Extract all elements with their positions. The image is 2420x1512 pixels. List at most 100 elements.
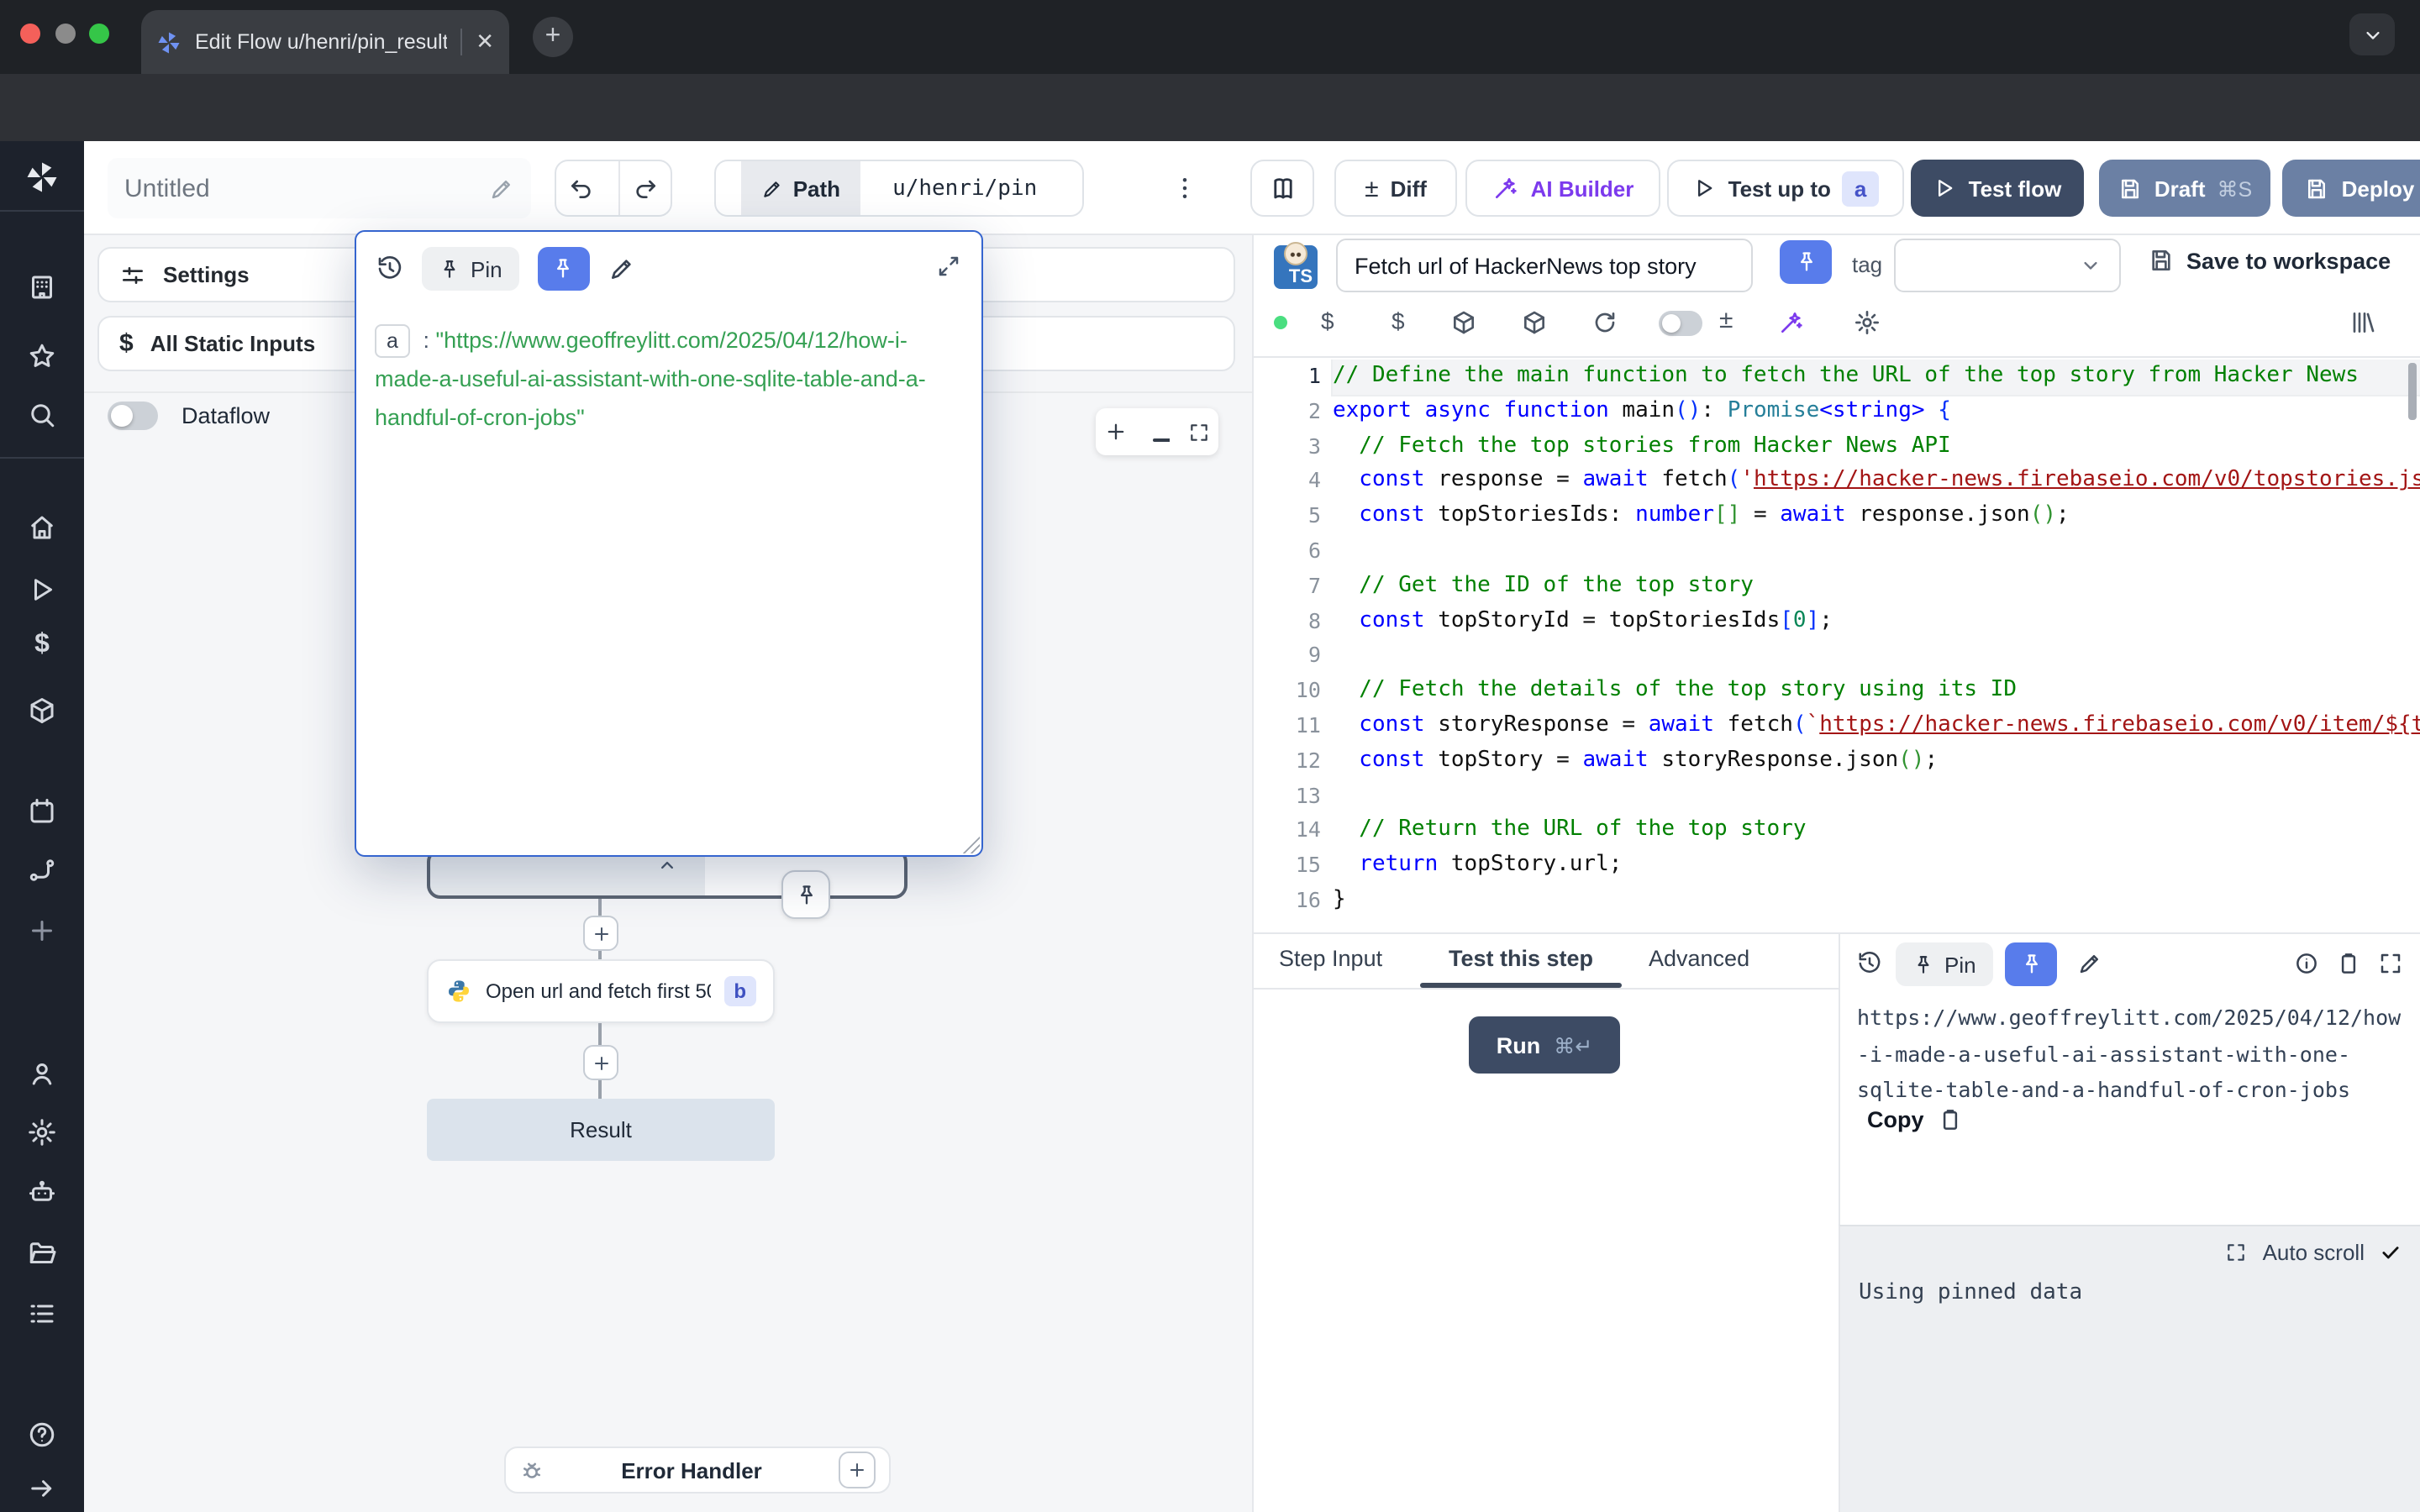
reset-icon[interactable] (1591, 309, 1618, 336)
info-icon[interactable] (2294, 951, 2319, 976)
resources-dollar-icon[interactable]: $ (1392, 307, 1405, 334)
flow-edge (598, 899, 602, 916)
flow-node-b[interactable]: Open url and fetch first 500 words of ..… (427, 959, 775, 1023)
add-error-handler-button[interactable] (839, 1452, 876, 1488)
sidebar-item-add[interactable] (27, 916, 57, 946)
tab-advanced[interactable]: Advanced (1649, 946, 1749, 971)
path-button[interactable]: Path u/henri/pin (714, 160, 1084, 217)
history-icon[interactable] (1857, 951, 1882, 976)
pin-icon (1794, 250, 1818, 274)
docs-button[interactable] (1250, 160, 1314, 217)
traffic-zoom-button[interactable] (89, 24, 109, 44)
autoscroll-row[interactable]: Auto scroll (2226, 1240, 2402, 1265)
edit-pencil-icon[interactable] (2077, 951, 2102, 976)
sidebar-item-search[interactable] (27, 400, 57, 430)
gear-icon[interactable] (1854, 309, 1881, 336)
diff-button[interactable]: ± Diff (1334, 160, 1457, 217)
dataflow-toggle[interactable] (108, 402, 158, 430)
step-editor-panel: TS Fetch url of HackerNews top story tag… (1252, 235, 2420, 1512)
redo-button[interactable] (618, 161, 671, 215)
node-b-label: Open url and fetch first 500 words of ..… (486, 979, 710, 1003)
variables-icon[interactable]: $ (1321, 307, 1334, 334)
sidebar-item-routes[interactable] (27, 855, 57, 885)
editor-scrollbar[interactable] (2408, 363, 2417, 420)
run-shortcut: ⌘↵ (1554, 1032, 1592, 1058)
screen: Edit Flow u/henri/pin_results ✕ + app.wi… (0, 0, 2420, 1512)
sidebar-item-favorites[interactable] (27, 341, 57, 371)
draft-button[interactable]: Draft ⌘S (2099, 160, 2270, 217)
more-options-icon[interactable] (1170, 170, 1200, 207)
sidebar-item-settings[interactable] (27, 1117, 57, 1147)
insert-step-button[interactable] (583, 1045, 618, 1080)
edit-pencil-icon[interactable] (608, 255, 635, 282)
history-icon[interactable] (376, 255, 403, 282)
tab-step-input[interactable]: Step Input (1279, 946, 1382, 971)
node-pin-badge[interactable] (781, 870, 830, 919)
chevron-up-icon[interactable] (655, 853, 679, 877)
tag-select[interactable] (1894, 239, 2121, 292)
expand-icon[interactable] (2378, 951, 2403, 976)
line-number: 13 (1254, 779, 1321, 814)
package-icon[interactable] (1450, 309, 1477, 336)
ai-builder-button[interactable]: AI Builder (1465, 160, 1660, 217)
flow-edge (598, 1080, 602, 1099)
save-to-workspace-button[interactable]: Save to workspace (2148, 247, 2391, 274)
copy-button[interactable]: Copy (1867, 1107, 1963, 1132)
tab-test-this-step[interactable]: Test this step (1449, 946, 1593, 971)
undo-button[interactable] (556, 161, 607, 215)
sidebar-item-home[interactable] (27, 512, 57, 543)
zoom-in-icon[interactable] (1105, 420, 1128, 444)
run-button[interactable]: Run ⌘↵ (1469, 1016, 1620, 1074)
code-editor[interactable]: 12345678910111213141516 // Define the ma… (1254, 360, 2420, 932)
sidebar-item-audit-logs[interactable] (27, 1299, 57, 1329)
tab-search-button[interactable] (2349, 13, 2395, 55)
error-handler-node[interactable]: Error Handler (504, 1446, 891, 1494)
traffic-close-button[interactable] (20, 24, 40, 44)
editor-toggle[interactable] (1659, 311, 1702, 336)
package-icon[interactable] (1521, 309, 1548, 336)
sidebar-item-user[interactable] (27, 1058, 57, 1089)
draft-label: Draft (2154, 176, 2206, 201)
pin-icon (552, 257, 576, 281)
new-tab-button[interactable]: + (533, 17, 573, 57)
test-flow-button[interactable]: Test flow (1911, 160, 2084, 217)
flow-result-node[interactable]: Result (427, 1099, 775, 1161)
clipboard-icon[interactable] (2336, 951, 2361, 976)
pin-active-button[interactable] (538, 247, 590, 291)
pin-active-button[interactable] (2005, 942, 2057, 986)
windmill-logo[interactable] (24, 160, 60, 195)
traffic-minimize-button[interactable] (55, 24, 76, 44)
sidebar-item-variables[interactable]: $ (34, 630, 50, 660)
sidebar-item-schedules[interactable] (27, 796, 57, 827)
code-line: const storyResponse = await fetch(`https… (1333, 709, 2420, 744)
sidebar-item-ai[interactable] (27, 1178, 57, 1208)
fit-view-icon[interactable] (1187, 421, 1209, 443)
pin-button[interactable]: Pin (1896, 942, 1993, 986)
sidebar-item-folders[interactable] (27, 1238, 57, 1268)
expand-icon[interactable] (2226, 1242, 2248, 1263)
sidebar-item-help[interactable] (27, 1420, 57, 1450)
step-summary-input[interactable]: Fetch url of HackerNews top story (1336, 239, 1753, 292)
resize-handle[interactable] (963, 837, 980, 853)
flow-editor-toolbar: Untitled Path u/henri/pin ± Diff AI Buil… (84, 141, 2420, 235)
ai-wand-icon[interactable] (1778, 309, 1805, 336)
browser-tab[interactable]: Edit Flow u/henri/pin_results ✕ (141, 10, 509, 74)
sidebar-item-runs[interactable] (27, 575, 57, 605)
tab-close-icon[interactable]: ✕ (476, 29, 494, 55)
sidebar-item-workspace[interactable] (27, 272, 57, 302)
deploy-button[interactable]: Deploy (2282, 160, 2420, 217)
zoom-out-icon[interactable] (1146, 420, 1170, 444)
test-up-to-button[interactable]: Test up to a (1667, 160, 1904, 217)
pin-button[interactable]: Pin (422, 247, 519, 291)
flow-name-input[interactable]: Untitled (108, 158, 531, 218)
pin-icon (2019, 953, 2043, 976)
sidebar-item-resources[interactable] (27, 696, 57, 726)
diff-icon[interactable]: ± (1719, 306, 1733, 334)
expand-icon[interactable] (936, 254, 961, 279)
insert-step-button[interactable] (583, 916, 618, 951)
save-icon (2148, 247, 2175, 274)
json-key[interactable]: a (375, 324, 410, 358)
sidebar-collapse-icon[interactable] (27, 1473, 57, 1504)
pin-active-button[interactable] (1780, 240, 1832, 284)
library-icon[interactable] (2349, 309, 2376, 336)
